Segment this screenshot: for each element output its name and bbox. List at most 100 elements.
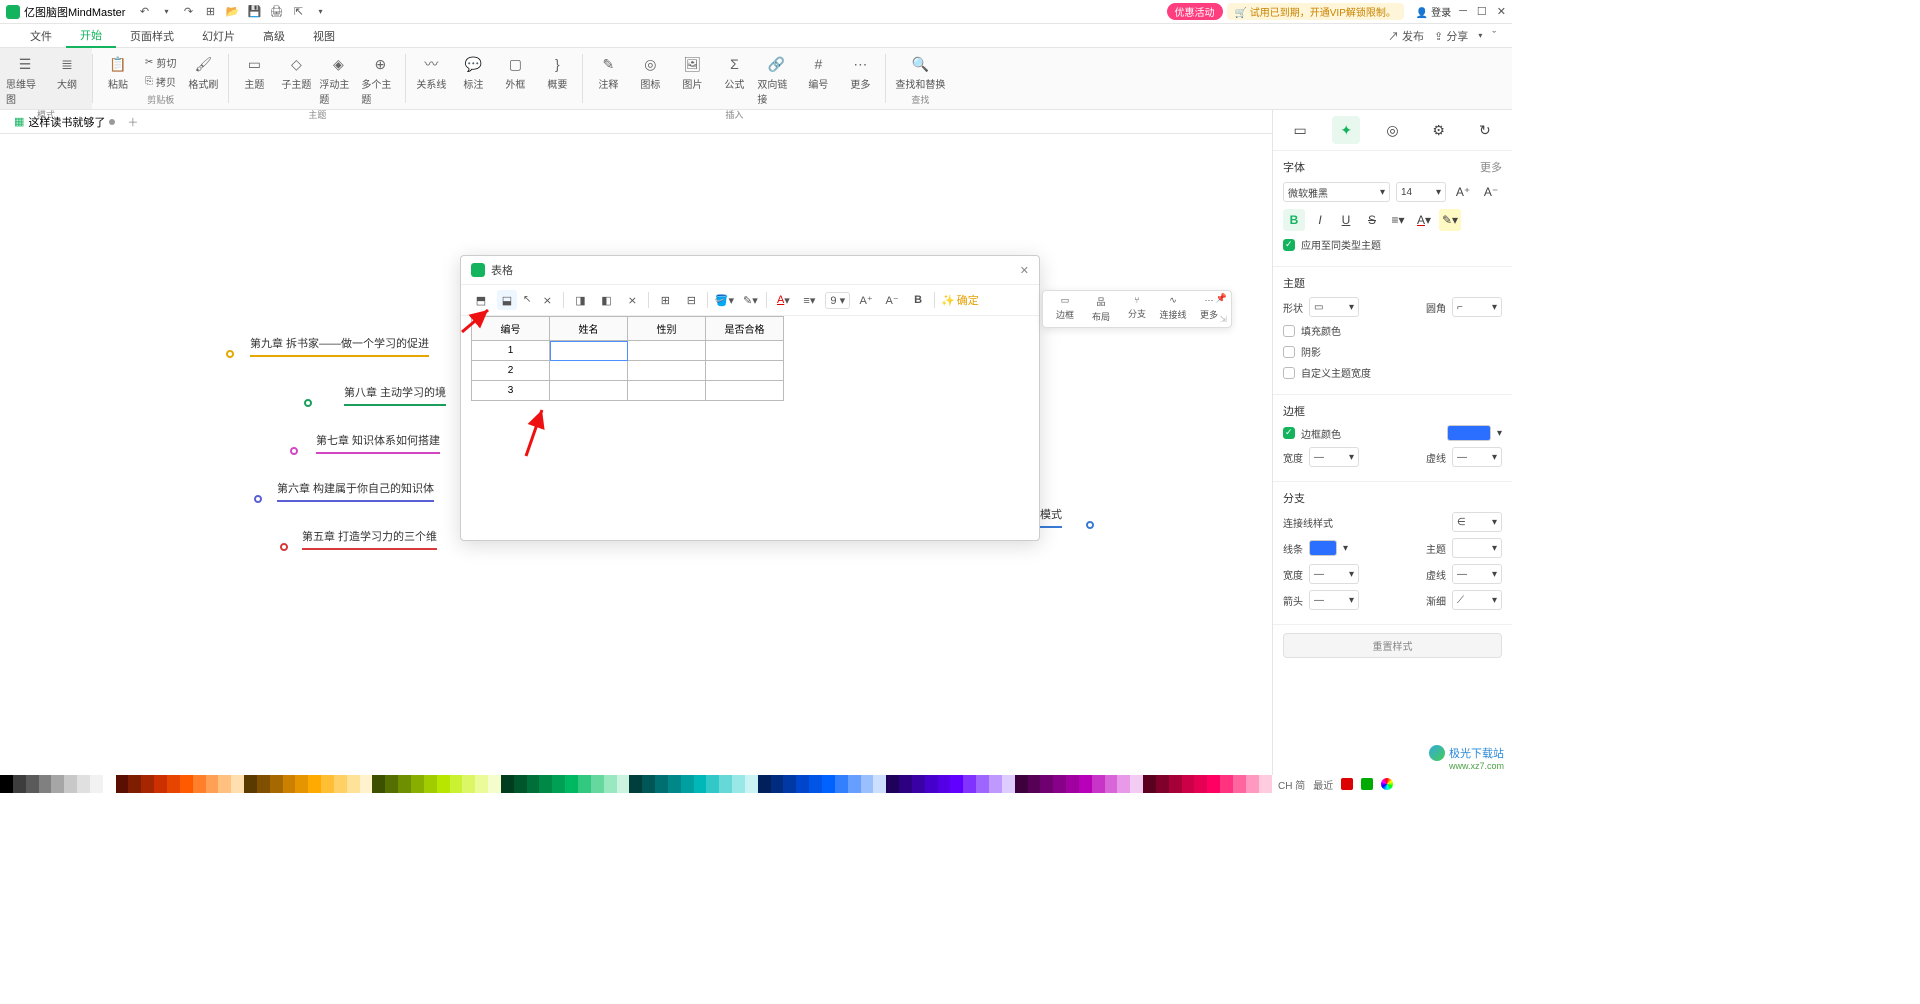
underline-button[interactable]: U	[1335, 209, 1357, 231]
palette-color[interactable]	[527, 775, 540, 793]
palette-color[interactable]	[1028, 775, 1041, 793]
table-cell[interactable]	[706, 341, 784, 361]
font-decrease-icon[interactable]: A⁻	[882, 290, 902, 310]
insert-more-button[interactable]: ⋯更多	[841, 50, 879, 106]
palette-color[interactable]	[1246, 775, 1259, 793]
highlight-button[interactable]: ✎▾	[1439, 209, 1461, 231]
formula-button[interactable]: Σ公式	[715, 50, 753, 106]
palette-color[interactable]	[925, 775, 938, 793]
table-cell[interactable]	[706, 361, 784, 381]
line-color-swatch[interactable]	[1309, 540, 1337, 556]
palette-color[interactable]	[1220, 775, 1233, 793]
palette-color[interactable]	[835, 775, 848, 793]
table-cell[interactable]	[550, 341, 628, 361]
table-header-cell[interactable]: 性别	[628, 317, 706, 341]
font-more-link[interactable]: 更多	[1480, 159, 1502, 175]
align-icon[interactable]: ≡▾	[799, 290, 819, 310]
border-color-swatch[interactable]	[1447, 425, 1491, 441]
branch-node-icon[interactable]	[280, 543, 288, 551]
palette-color[interactable]	[719, 775, 732, 793]
font-grow-icon[interactable]: A⁺	[1452, 181, 1474, 203]
menu-slideshow[interactable]: 幻灯片	[188, 25, 249, 47]
reset-style-button[interactable]: 重置样式	[1283, 633, 1502, 658]
table-cell[interactable]: 3	[472, 381, 550, 401]
palette-color[interactable]	[1233, 775, 1246, 793]
publish-button[interactable]: ↗ 发布	[1388, 28, 1424, 44]
palette-color[interactable]	[552, 775, 565, 793]
export-dropdown-icon[interactable]: ▾	[313, 5, 327, 19]
menu-more-icon[interactable]: ▾	[1478, 31, 1482, 40]
palette-color[interactable]	[771, 775, 784, 793]
palette-color[interactable]	[1117, 775, 1130, 793]
summary-button[interactable]: }概要	[538, 50, 576, 91]
bold-button[interactable]: B	[1283, 209, 1305, 231]
branch-dash-select[interactable]: —▾	[1452, 564, 1502, 584]
insert-col-left-icon[interactable]: ◨	[570, 290, 590, 310]
palette-color[interactable]	[1169, 775, 1182, 793]
palette-color[interactable]	[308, 775, 321, 793]
menu-page-style[interactable]: 页面样式	[116, 25, 188, 47]
border-color-checkbox[interactable]	[1283, 427, 1295, 439]
palette-color[interactable]	[950, 775, 963, 793]
palette-color[interactable]	[604, 775, 617, 793]
palette-color[interactable]	[128, 775, 141, 793]
subtopic-button[interactable]: ◇子主题	[277, 50, 315, 106]
color-palette-strip[interactable]	[0, 775, 1272, 793]
undo-dropdown-icon[interactable]: ▾	[159, 5, 173, 19]
palette-color[interactable]	[1143, 775, 1156, 793]
palette-color[interactable]	[578, 775, 591, 793]
document-tab[interactable]: ▦ 这样读书就够了	[6, 114, 123, 130]
mini-branch-button[interactable]: ⑂分支	[1121, 295, 1153, 323]
palette-color[interactable]	[591, 775, 604, 793]
panel-tab-style[interactable]: ▭	[1286, 116, 1314, 144]
recent-color-2[interactable]	[1361, 778, 1373, 790]
image-button[interactable]: 🖼图片	[673, 50, 711, 106]
palette-color[interactable]	[681, 775, 694, 793]
palette-color[interactable]	[372, 775, 385, 793]
shadow-checkbox[interactable]	[1283, 346, 1295, 358]
branch-item[interactable]: 第九章 拆书家——做一个学习的促进	[250, 335, 429, 357]
palette-color[interactable]	[886, 775, 899, 793]
palette-color[interactable]	[629, 775, 642, 793]
palette-color[interactable]	[1053, 775, 1066, 793]
mode-mindmap-button[interactable]: ☰思维导图	[6, 50, 44, 106]
multi-topic-button[interactable]: ⊕多个主题	[361, 50, 399, 106]
palette-color[interactable]	[103, 775, 116, 793]
menu-file[interactable]: 文件	[16, 25, 66, 47]
palette-color[interactable]	[347, 775, 360, 793]
palette-color[interactable]	[360, 775, 373, 793]
insert-col-right-icon[interactable]: ◧	[596, 290, 616, 310]
panel-tab-map[interactable]: ◎	[1378, 116, 1406, 144]
palette-color[interactable]	[809, 775, 822, 793]
palette-color[interactable]	[873, 775, 886, 793]
font-family-select[interactable]: 微软雅黑▾	[1283, 182, 1390, 202]
branch-node-icon[interactable]	[254, 495, 262, 503]
mini-layout-button[interactable]: 品布局	[1085, 295, 1117, 323]
callout-button[interactable]: 💬标注	[454, 50, 492, 91]
palette-color[interactable]	[938, 775, 951, 793]
palette-color[interactable]	[642, 775, 655, 793]
relationship-button[interactable]: 〰关系线	[412, 50, 450, 91]
merge-cells-icon[interactable]: ⊞	[655, 290, 675, 310]
number-button[interactable]: #编号	[799, 50, 837, 106]
palette-color[interactable]	[64, 775, 77, 793]
palette-color[interactable]	[450, 775, 463, 793]
branch-item[interactable]: 第八章 主动学习的境	[344, 384, 446, 406]
palette-color[interactable]	[758, 775, 771, 793]
link-button[interactable]: 🔗双向链接	[757, 50, 795, 106]
export-icon[interactable]: ⇱	[291, 5, 305, 19]
paste-button[interactable]: 📋粘贴	[99, 50, 137, 91]
palette-color[interactable]	[963, 775, 976, 793]
palette-color[interactable]	[514, 775, 527, 793]
palette-color[interactable]	[1194, 775, 1207, 793]
palette-color[interactable]	[26, 775, 39, 793]
palette-color[interactable]	[334, 775, 347, 793]
undo-icon[interactable]: ↶	[137, 5, 151, 19]
insert-row-below-icon[interactable]: ⬓	[497, 290, 517, 310]
palette-color[interactable]	[899, 775, 912, 793]
table-cell[interactable]	[628, 341, 706, 361]
save-icon[interactable]: 💾	[247, 5, 261, 19]
pin-icon[interactable]: 📌	[1216, 293, 1227, 304]
trial-notice[interactable]: 🛒 试用已到期，开通VIP解锁限制。	[1227, 3, 1404, 20]
panel-tab-theme[interactable]: ✦	[1332, 116, 1360, 144]
